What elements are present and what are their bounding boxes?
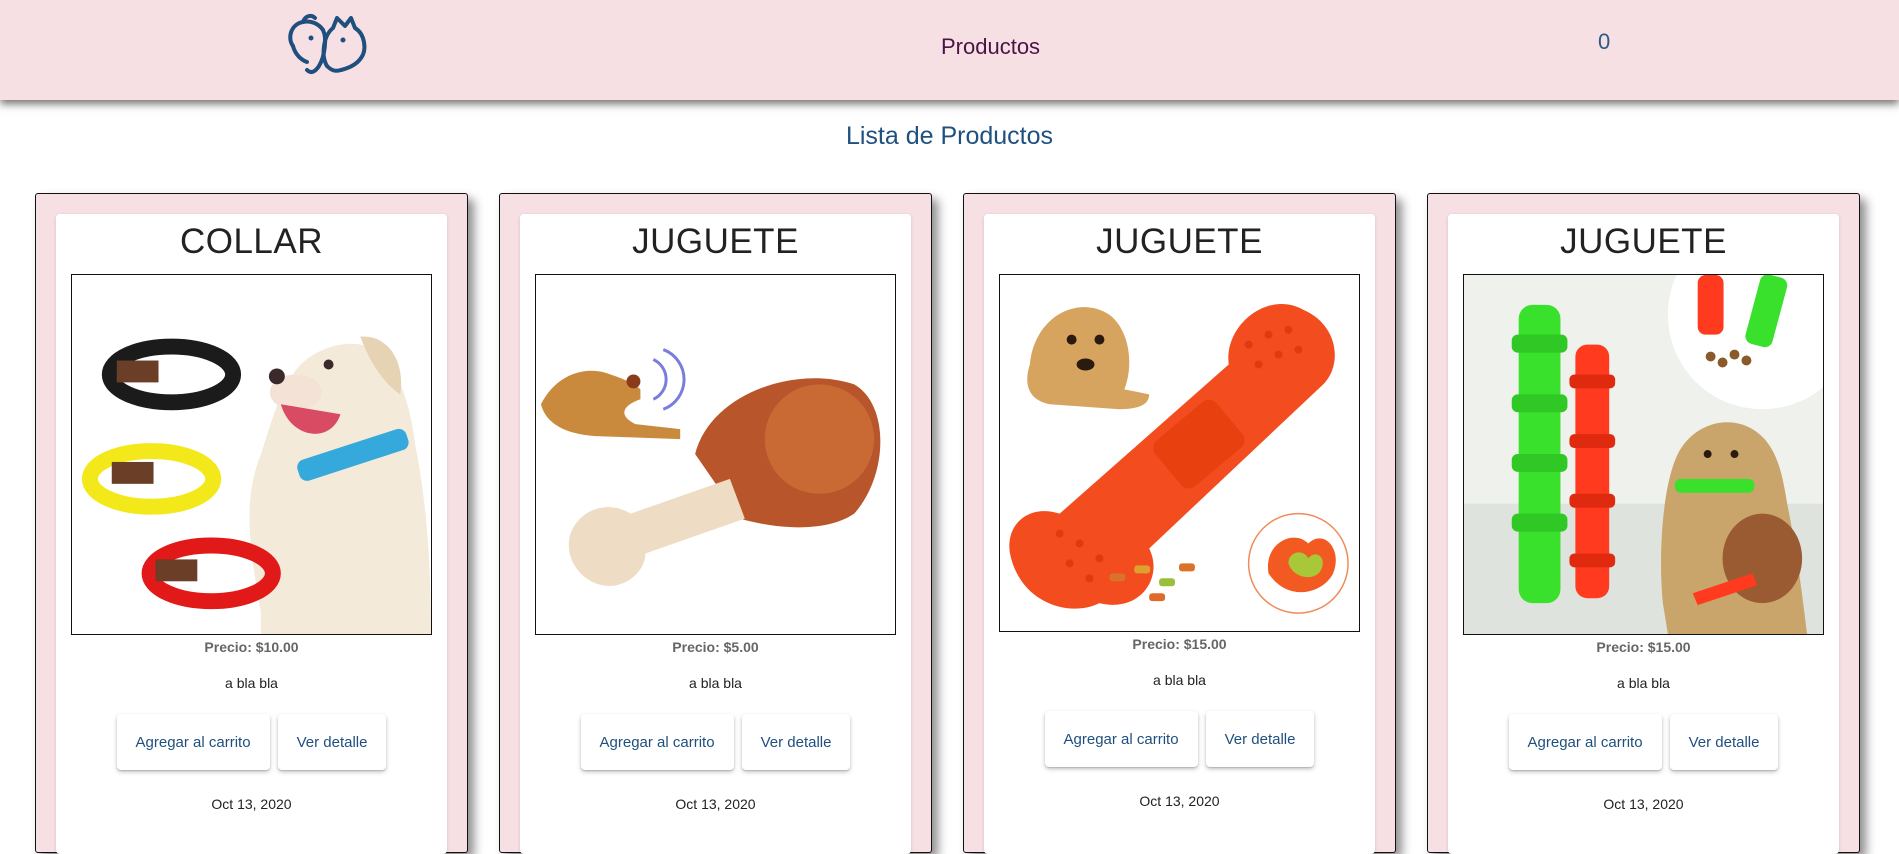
product-actions: Agregar al carrito Ver detalle: [520, 714, 911, 770]
product-date: Oct 13, 2020: [211, 796, 292, 812]
view-detail-button[interactable]: Ver detalle: [277, 714, 387, 770]
product-title: JUGUETE: [1096, 222, 1263, 261]
product-date: Oct 13, 2020: [675, 796, 756, 812]
product-description: a bla bla: [689, 675, 742, 691]
product-card: JUGUETE Precio: $15.00 a bla bla Agregar…: [1427, 193, 1860, 854]
product-card: JUGUETE Precio: $5.00 a bla bla Agregar …: [499, 193, 932, 854]
product-card: JUGUETE Precio: $15.00 a bla bla Agregar…: [963, 193, 1396, 854]
dog-collars-image: [71, 274, 432, 635]
product-card-content: JUGUETE Precio: $15.00 a bla bla Agregar…: [1448, 214, 1839, 854]
product-price: Precio: $5.00: [672, 639, 759, 655]
product-card-content: JUGUETE Precio: $15.00 a bla bla Agregar…: [984, 214, 1375, 854]
product-price: Precio: $10.00: [204, 639, 299, 655]
cart-count-badge[interactable]: 0: [1598, 29, 1610, 55]
product-actions: Agregar al carrito Ver detalle: [56, 714, 447, 770]
product-title: COLLAR: [179, 222, 324, 261]
product-price: Precio: $15.00: [1596, 639, 1691, 655]
product-actions: Agregar al carrito Ver detalle: [984, 711, 1375, 767]
product-actions: Agregar al carrito Ver detalle: [1448, 714, 1839, 770]
add-to-cart-button[interactable]: Agregar al carrito: [580, 714, 734, 770]
view-detail-button[interactable]: Ver detalle: [741, 714, 851, 770]
page-title: Lista de Productos: [845, 122, 1054, 150]
view-detail-button[interactable]: Ver detalle: [1669, 714, 1779, 770]
product-card-content: JUGUETE Precio: $5.00 a bla bla Agregar …: [520, 214, 911, 854]
cat-dog-logo-icon[interactable]: [285, 8, 380, 78]
product-description: a bla bla: [1617, 675, 1670, 691]
view-detail-button[interactable]: Ver detalle: [1205, 711, 1315, 767]
product-title: JUGUETE: [1560, 222, 1727, 261]
add-to-cart-button[interactable]: Agregar al carrito: [116, 714, 270, 770]
product-title: JUGUETE: [632, 222, 799, 261]
product-date: Oct 13, 2020: [1139, 793, 1220, 809]
product-card-content: COLLAR Precio: $10.00 a bla bla Agregar …: [56, 214, 447, 854]
product-date: Oct 13, 2020: [1603, 796, 1684, 812]
navbar: Productos 0: [0, 0, 1899, 100]
product-price: Precio: $15.00: [1132, 636, 1227, 652]
nav-link-productos[interactable]: Productos: [941, 34, 1040, 60]
product-description: a bla bla: [1153, 672, 1206, 688]
add-to-cart-button[interactable]: Agregar al carrito: [1044, 711, 1198, 767]
bone-chew-toy-image: [999, 274, 1360, 632]
stick-chew-toys-image: [1463, 274, 1824, 635]
product-card: COLLAR Precio: $10.00 a bla bla Agregar …: [35, 193, 468, 854]
chicken-leg-toy-image: [535, 274, 896, 635]
product-description: a bla bla: [225, 675, 278, 691]
add-to-cart-button[interactable]: Agregar al carrito: [1508, 714, 1662, 770]
